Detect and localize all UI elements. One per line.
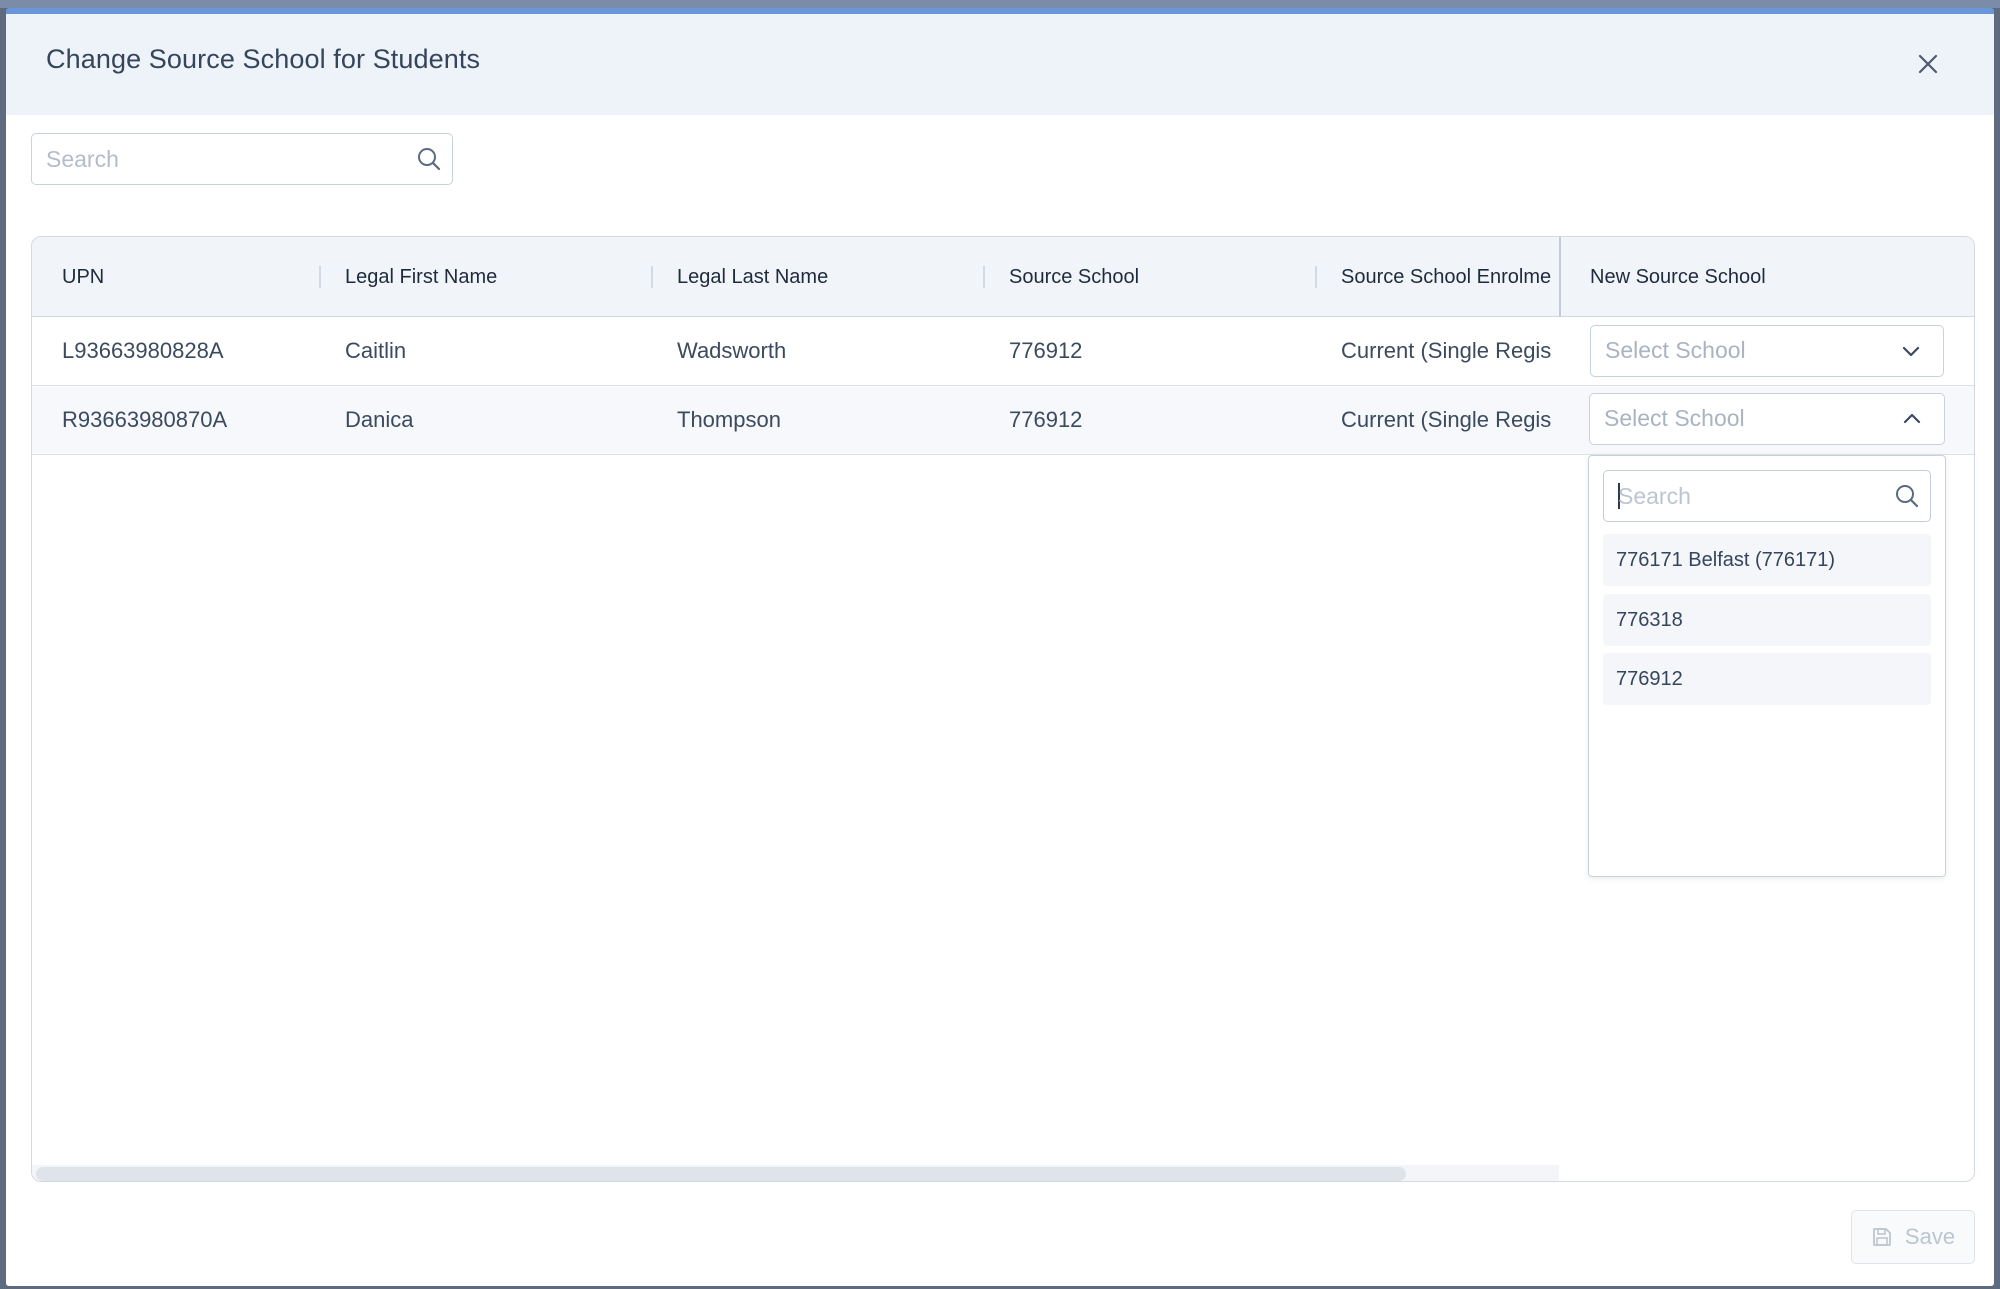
chevron-down-icon bbox=[1902, 346, 1920, 357]
column-header-source-school[interactable]: Source School bbox=[1009, 237, 1309, 317]
close-button[interactable] bbox=[1910, 46, 1946, 82]
column-divider[interactable] bbox=[319, 266, 321, 288]
select-placeholder: Select School bbox=[1605, 337, 1746, 363]
horizontal-scrollbar-thumb[interactable] bbox=[36, 1167, 1406, 1181]
cell-first-name: Danica bbox=[345, 407, 414, 432]
column-header-new-source-school[interactable]: New Source School bbox=[1590, 237, 1930, 317]
cell-first-name: Caitlin bbox=[345, 338, 407, 363]
table-row[interactable]: R93663980870A Danica Thompson 776912 Cur… bbox=[32, 386, 1974, 455]
cell-upn: L93663980828A bbox=[62, 338, 224, 363]
modal-header: Change Source School for Students bbox=[6, 14, 1994, 115]
select-placeholder: Select School bbox=[1604, 405, 1745, 431]
cell-source-school: 776912 bbox=[1009, 407, 1083, 432]
pinned-column-divider bbox=[1559, 237, 1561, 317]
new-source-school-select-open[interactable]: Select School bbox=[1589, 393, 1945, 445]
column-divider[interactable] bbox=[651, 266, 653, 288]
modal-title: Change Source School for Students bbox=[46, 44, 481, 74]
search-box[interactable] bbox=[31, 133, 453, 185]
dropdown-option[interactable]: 776171 Belfast (776171) bbox=[1603, 534, 1931, 586]
grid-header: UPN Legal First Name Legal Last Name Sou… bbox=[32, 237, 1974, 317]
save-icon bbox=[1873, 1228, 1891, 1246]
search-icon bbox=[418, 148, 441, 171]
dropdown-option[interactable]: 776318 bbox=[1603, 594, 1931, 646]
new-source-school-select[interactable]: Select School bbox=[1590, 325, 1944, 377]
cell-enrolment: Current (Single Regis bbox=[1341, 407, 1552, 432]
save-label: Save bbox=[1904, 1224, 1956, 1249]
column-divider[interactable] bbox=[983, 266, 985, 288]
column-header-source-school-enrolment[interactable]: Source School Enrolme bbox=[1341, 237, 1559, 317]
dropdown-option[interactable]: 776912 bbox=[1603, 653, 1931, 705]
table-row[interactable]: L93663980828A Caitlin Wadsworth 776912 C… bbox=[32, 317, 1974, 386]
school-dropdown-menu: 776171 Belfast (776171) 776318 776912 bbox=[1588, 455, 1946, 877]
cell-enrolment: Current (Single Regis bbox=[1341, 338, 1552, 363]
search-icon bbox=[1896, 485, 1919, 508]
backdrop bbox=[0, 0, 2000, 8]
save-button[interactable]: Save bbox=[1851, 1210, 1975, 1264]
column-divider[interactable] bbox=[1315, 266, 1317, 288]
change-source-school-modal: Change Source School for Students UPN Le… bbox=[6, 8, 1994, 1286]
column-header-first-name[interactable]: Legal First Name bbox=[345, 237, 645, 317]
column-header-upn[interactable]: UPN bbox=[62, 237, 292, 317]
chevron-up-icon bbox=[1903, 413, 1921, 424]
search-input[interactable] bbox=[44, 134, 408, 185]
close-icon bbox=[1918, 54, 1938, 74]
cell-upn: R93663980870A bbox=[62, 407, 228, 432]
cell-last-name: Thompson bbox=[677, 407, 781, 432]
dropdown-search-box[interactable] bbox=[1603, 470, 1931, 522]
cell-source-school: 776912 bbox=[1009, 338, 1083, 363]
column-header-last-name[interactable]: Legal Last Name bbox=[677, 237, 977, 317]
cell-last-name: Wadsworth bbox=[677, 338, 787, 363]
dropdown-search-input[interactable] bbox=[1616, 471, 1890, 522]
